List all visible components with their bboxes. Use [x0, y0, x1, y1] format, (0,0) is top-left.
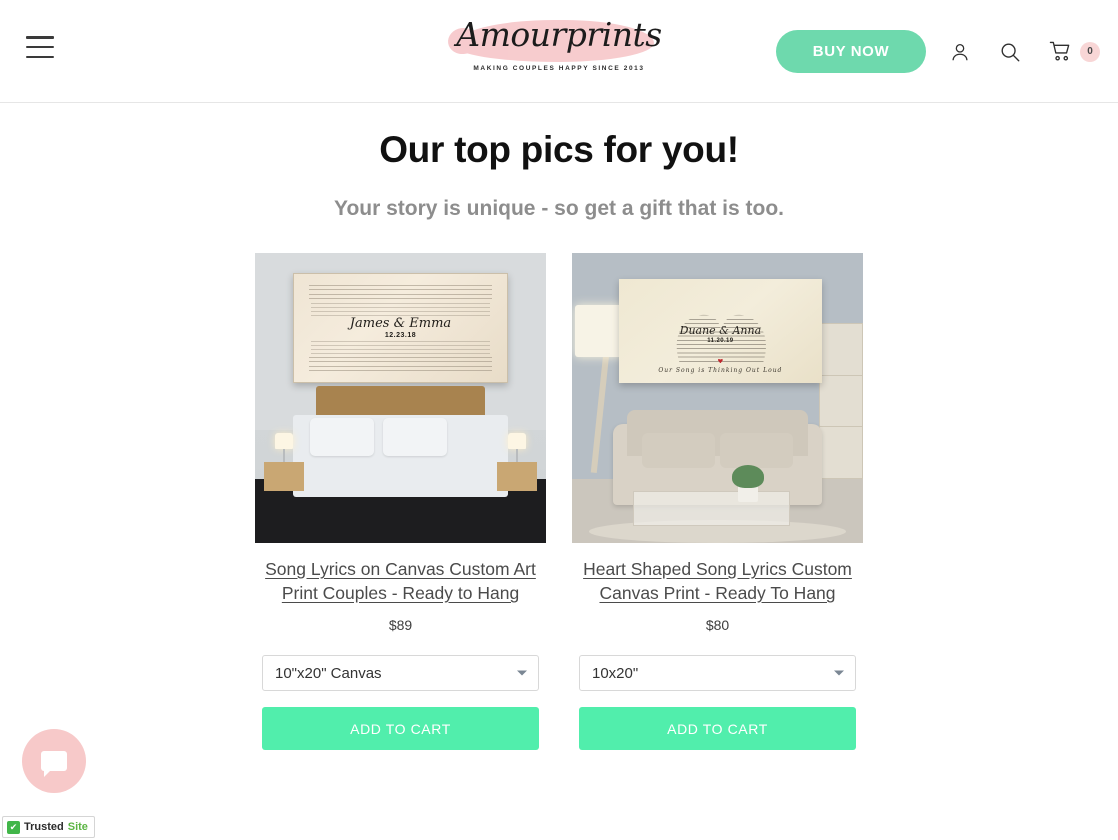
cart-button[interactable]: 0	[1044, 36, 1100, 68]
check-icon: ✔	[7, 820, 20, 834]
trustedsite-word-two: Site	[67, 821, 88, 833]
brand-tagline: MAKING COUPLES HAPPY SINCE 2013	[473, 65, 645, 72]
shopping-cart-icon[interactable]	[1044, 36, 1076, 68]
variant-select[interactable]: 10x20"	[579, 655, 856, 691]
living-room-scene: Duane & Anna 11.20.19 Our Song is Thinki…	[572, 253, 863, 543]
canvas-subtitle: Our Song is Thinking Out Loud	[658, 366, 783, 374]
product-title-link[interactable]: Song Lyrics on Canvas Custom Art Print C…	[255, 557, 546, 605]
chat-bubble-icon	[41, 751, 67, 777]
chat-widget-button[interactable]	[22, 729, 86, 793]
buy-now-button[interactable]: BUY NOW	[776, 30, 926, 73]
table-lamp	[502, 432, 531, 462]
search-icon[interactable]	[994, 36, 1026, 68]
music-staff	[308, 294, 493, 300]
nightstand	[263, 461, 305, 491]
brand-name: Amourprints	[456, 15, 662, 54]
add-to-cart-button[interactable]: ADD TO CART	[579, 707, 856, 750]
variant-selected-value: 10x20"	[592, 664, 639, 682]
product-image-bedroom[interactable]: James & Emma 12.23.18	[255, 253, 546, 543]
pillow	[383, 418, 448, 456]
sofa-cushion	[720, 432, 794, 468]
chevron-down-icon	[517, 670, 527, 676]
product-card: Duane & Anna 11.20.19 Our Song is Thinki…	[572, 253, 863, 750]
header-actions: BUY NOW 0	[776, 0, 1100, 103]
hamburger-menu-icon[interactable]	[26, 36, 54, 58]
product-title-link[interactable]: Heart Shaped Song Lyrics Custom Canvas P…	[572, 557, 863, 605]
user-account-icon[interactable]	[944, 36, 976, 68]
product-card: James & Emma 12.23.18 Song Lyrics on Can…	[255, 253, 546, 750]
canvas-couple-names: James & Emma	[349, 316, 452, 332]
canvas-artwork: James & Emma 12.23.18	[292, 273, 509, 384]
canvas-date: 11.20.19	[707, 337, 734, 344]
variant-select[interactable]: 10"x20" Canvas	[262, 655, 539, 691]
hamburger-line	[26, 55, 54, 58]
music-staff	[308, 357, 493, 363]
lyrics-text-block	[310, 340, 491, 355]
canvas-artwork: Duane & Anna 11.20.19 Our Song is Thinki…	[618, 279, 823, 384]
site-logo[interactable]: Amourprints MAKING COUPLES HAPPY SINCE 2…	[454, 10, 664, 92]
bedroom-scene: James & Emma 12.23.18	[255, 253, 546, 543]
nightstand	[496, 461, 538, 491]
variant-selected-value: 10"x20" Canvas	[275, 664, 382, 682]
table-lamp	[270, 432, 299, 462]
sofa-cushion	[641, 432, 715, 468]
hamburger-line	[26, 45, 54, 49]
add-to-cart-button[interactable]: ADD TO CART	[262, 707, 539, 750]
site-header: Amourprints MAKING COUPLES HAPPY SINCE 2…	[0, 0, 1118, 103]
canvas-couple-names: Duane & Anna	[679, 323, 762, 337]
product-price: $80	[705, 617, 730, 633]
trustedsite-badge[interactable]: ✔ Trusted Site	[2, 816, 95, 838]
music-staff	[308, 366, 493, 372]
shelf-divider	[820, 374, 862, 376]
page-title: Our top pics for you!	[379, 129, 739, 170]
canvas-date: 12.23.18	[384, 332, 417, 340]
chevron-down-icon	[834, 670, 844, 676]
plant-leaves	[732, 464, 765, 488]
cart-count-badge: 0	[1080, 41, 1100, 62]
lyrics-text-block	[310, 302, 491, 317]
product-image-living-room[interactable]: Duane & Anna 11.20.19 Our Song is Thinki…	[572, 253, 863, 543]
main-content: Our top pics for you! Your story is uniq…	[0, 129, 1118, 750]
shelf-divider	[820, 425, 862, 427]
trustedsite-word-one: Trusted	[24, 821, 64, 833]
coffee-table	[633, 490, 791, 526]
floor-lamp-shade	[574, 305, 625, 358]
music-staff	[308, 285, 493, 291]
product-price: $89	[388, 617, 413, 633]
product-grid: James & Emma 12.23.18 Song Lyrics on Can…	[0, 253, 1118, 750]
pillow	[310, 418, 375, 456]
bookshelf	[819, 322, 863, 480]
hamburger-line	[26, 36, 54, 39]
page-subtitle: Your story is unique - so get a gift tha…	[334, 197, 784, 220]
